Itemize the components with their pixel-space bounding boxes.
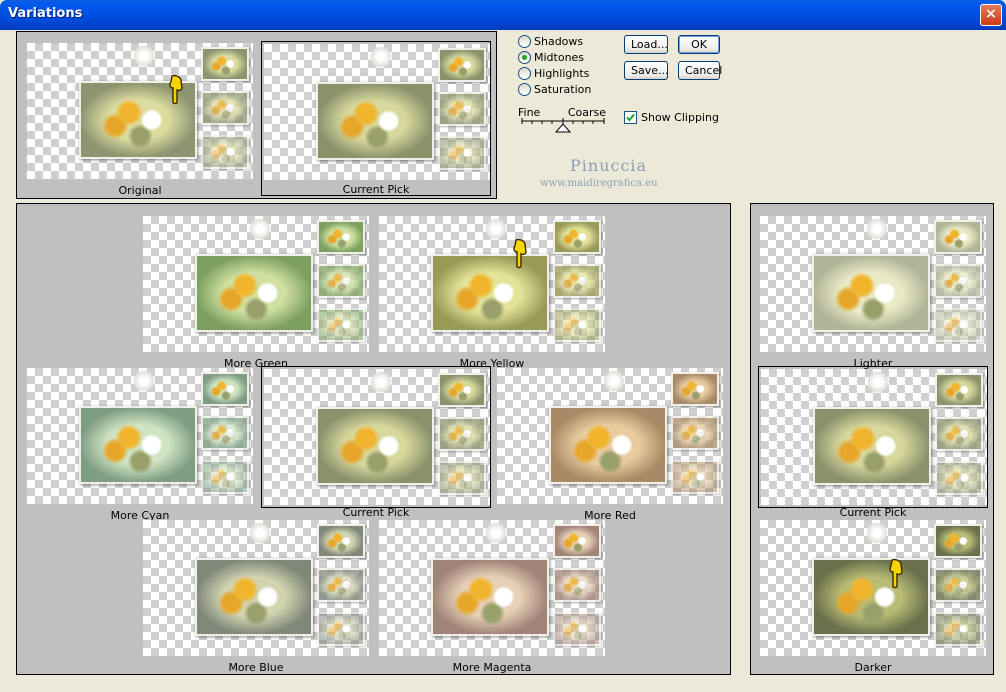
shadows-radio[interactable] [518, 35, 531, 48]
brightness-panel: Lighter Current Pick Darker [750, 203, 994, 675]
hue-variations-panel: More Green More Yellow More Cyan Current… [16, 203, 731, 675]
ok-button[interactable]: OK [678, 35, 720, 54]
more-yellow-thumbnail[interactable]: More Yellow [377, 214, 607, 370]
more-cyan-thumbnail[interactable]: More Cyan [25, 366, 255, 522]
current-pick-label: Current Pick [342, 183, 410, 196]
current-pick-thumbnail [264, 44, 490, 180]
midtones-radio[interactable] [518, 51, 531, 64]
hand-pointer-icon [513, 238, 527, 269]
more-red-thumbnail[interactable]: More Red [495, 366, 725, 522]
more-green-thumbnail[interactable]: More Green [141, 214, 371, 370]
original-preview: Original [25, 41, 255, 197]
hand-pointer-icon [169, 74, 183, 105]
original-label: Original [118, 184, 162, 197]
cancel-button[interactable]: Cancel [678, 61, 722, 80]
more-blue-label: More Blue [228, 661, 284, 674]
close-button[interactable]: × [980, 4, 1002, 26]
show-clipping-checkbox[interactable] [624, 111, 637, 124]
fine-coarse-slider[interactable] [520, 118, 606, 134]
slider-thumb-icon [554, 123, 572, 133]
watermark-url: www.maidiregrafica.eu [540, 178, 658, 189]
title-bar: Variations × [0, 0, 1006, 30]
load-button[interactable]: Load... [624, 35, 668, 54]
darker-label: Darker [854, 661, 892, 674]
darker-thumbnail[interactable]: Darker [758, 518, 988, 674]
highlights-radio[interactable] [518, 67, 531, 80]
saturation-radio[interactable] [518, 83, 531, 96]
hand-pointer-icon [889, 558, 903, 589]
checkmark-icon [626, 113, 635, 122]
current-pick-preview[interactable]: Current Pick [261, 41, 491, 196]
current-pick-center-thumbnail[interactable] [261, 366, 491, 508]
current-pick-right-thumbnail[interactable] [758, 366, 988, 508]
preview-panel: Original Current Pick [16, 31, 497, 199]
more-magenta-label: More Magenta [452, 661, 532, 674]
save-button[interactable]: Save... [624, 61, 669, 80]
window-title: Variations [8, 6, 83, 21]
lighter-thumbnail[interactable]: Lighter [758, 214, 988, 370]
more-blue-thumbnail[interactable]: More Blue [141, 518, 371, 674]
top-flower [133, 45, 155, 67]
show-clipping-label: Show Clipping [641, 111, 719, 124]
watermark-name: Pinuccia [570, 156, 648, 175]
more-magenta-thumbnail[interactable]: More Magenta [377, 518, 607, 674]
original-thumbnail [27, 43, 253, 179]
